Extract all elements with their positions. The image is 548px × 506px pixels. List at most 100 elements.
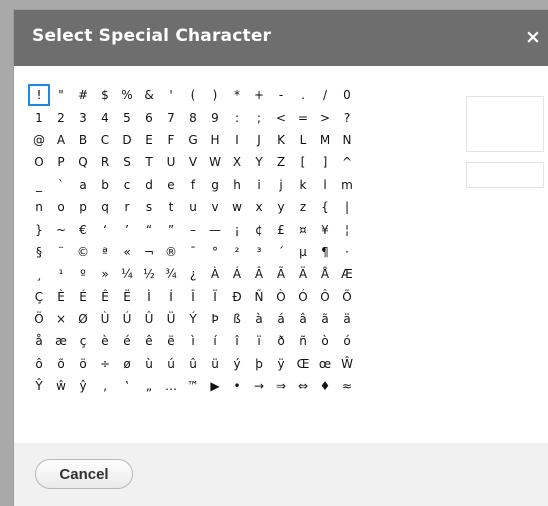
character-cell[interactable]: à — [248, 308, 270, 330]
character-cell[interactable]: õ — [50, 353, 72, 375]
character-cell[interactable]: d — [138, 174, 160, 196]
character-cell[interactable]: ß — [226, 308, 248, 330]
character-cell[interactable]: ¥ — [314, 218, 336, 240]
character-cell[interactable]: ‘ — [94, 218, 116, 240]
character-cell[interactable]: R — [94, 151, 116, 173]
character-cell[interactable]: o — [50, 196, 72, 218]
character-cell[interactable]: ŵ — [50, 375, 72, 397]
character-cell[interactable]: ŷ — [72, 375, 94, 397]
character-cell[interactable]: } — [28, 218, 50, 240]
character-cell[interactable]: ¼ — [116, 263, 138, 285]
character-cell[interactable]: c — [116, 174, 138, 196]
character-cell[interactable]: b — [94, 174, 116, 196]
character-cell[interactable]: Þ — [204, 308, 226, 330]
character-cell[interactable]: „ — [138, 375, 160, 397]
character-cell[interactable]: â — [292, 308, 314, 330]
character-cell[interactable]: Ë — [116, 286, 138, 308]
character-cell[interactable]: ’ — [116, 218, 138, 240]
character-cell[interactable]: z — [292, 196, 314, 218]
character-cell[interactable]: Û — [138, 308, 160, 330]
character-cell[interactable]: Ð — [226, 286, 248, 308]
character-cell[interactable]: “ — [138, 218, 160, 240]
character-cell[interactable]: ä — [336, 308, 358, 330]
character-cell[interactable]: P — [50, 151, 72, 173]
character-cell[interactable]: ⇒ — [270, 375, 292, 397]
character-cell[interactable]: ® — [160, 241, 182, 263]
character-cell[interactable]: ê — [138, 330, 160, 352]
character-cell[interactable]: ¦ — [336, 218, 358, 240]
character-cell[interactable]: g — [204, 174, 226, 196]
character-cell[interactable]: ⇔ — [292, 375, 314, 397]
character-cell[interactable]: + — [248, 84, 270, 106]
character-cell[interactable]: ] — [314, 151, 336, 173]
character-cell[interactable]: Ó — [292, 286, 314, 308]
character-cell[interactable]: ¯ — [182, 241, 204, 263]
character-cell[interactable]: æ — [50, 330, 72, 352]
character-cell[interactable]: i — [248, 174, 270, 196]
character-cell[interactable]: F — [160, 129, 182, 151]
character-cell[interactable]: @ — [28, 129, 50, 151]
character-cell[interactable]: : — [226, 106, 248, 128]
character-cell[interactable]: Ö — [28, 308, 50, 330]
character-cell[interactable]: Ú — [116, 308, 138, 330]
character-cell[interactable]: l — [314, 174, 336, 196]
character-cell[interactable]: w — [226, 196, 248, 218]
character-cell[interactable]: ‛ — [116, 375, 138, 397]
character-cell[interactable]: Ø — [72, 308, 94, 330]
character-cell[interactable]: Ê — [94, 286, 116, 308]
character-cell[interactable]: ¶ — [314, 241, 336, 263]
character-cell[interactable]: Ñ — [248, 286, 270, 308]
character-cell[interactable]: ¤ — [292, 218, 314, 240]
character-cell[interactable]: j — [270, 174, 292, 196]
character-cell[interactable]: ë — [160, 330, 182, 352]
character-cell[interactable]: ) — [204, 84, 226, 106]
character-cell[interactable]: D — [116, 129, 138, 151]
character-cell[interactable]: 8 — [182, 106, 204, 128]
character-cell[interactable]: Q — [72, 151, 94, 173]
character-cell[interactable]: Á — [226, 263, 248, 285]
character-cell[interactable]: f — [182, 174, 204, 196]
character-cell[interactable]: Œ — [292, 353, 314, 375]
character-cell[interactable]: = — [292, 106, 314, 128]
character-cell[interactable]: ð — [270, 330, 292, 352]
character-cell[interactable]: . — [292, 84, 314, 106]
character-cell[interactable]: " — [50, 84, 72, 106]
character-cell[interactable]: m — [336, 174, 358, 196]
character-cell[interactable]: » — [94, 263, 116, 285]
character-cell[interactable]: { — [314, 196, 336, 218]
character-cell[interactable]: ? — [336, 106, 358, 128]
character-cell[interactable]: ( — [182, 84, 204, 106]
character-cell[interactable]: [ — [292, 151, 314, 173]
character-cell[interactable]: > — [314, 106, 336, 128]
character-cell[interactable]: a — [72, 174, 94, 196]
character-cell[interactable]: À — [204, 263, 226, 285]
character-cell[interactable]: ý — [226, 353, 248, 375]
character-cell[interactable]: ^ — [336, 151, 358, 173]
character-cell[interactable]: Ã — [270, 263, 292, 285]
character-cell[interactable]: É — [72, 286, 94, 308]
character-cell[interactable]: V — [182, 151, 204, 173]
character-cell[interactable]: r — [116, 196, 138, 218]
character-cell[interactable]: e — [160, 174, 182, 196]
cancel-button[interactable]: Cancel — [35, 459, 133, 489]
character-cell[interactable]: Z — [270, 151, 292, 173]
character-cell[interactable]: 9 — [204, 106, 226, 128]
character-cell[interactable]: ø — [116, 353, 138, 375]
character-cell[interactable]: S — [116, 151, 138, 173]
character-cell[interactable]: - — [270, 84, 292, 106]
character-cell[interactable]: L — [292, 129, 314, 151]
character-cell[interactable]: ã — [314, 308, 336, 330]
character-cell[interactable]: A — [50, 129, 72, 151]
character-cell[interactable]: Î — [182, 286, 204, 308]
character-cell[interactable]: ò — [314, 330, 336, 352]
character-cell[interactable]: x — [248, 196, 270, 218]
character-cell[interactable]: < — [270, 106, 292, 128]
character-cell[interactable]: ó — [336, 330, 358, 352]
character-cell[interactable]: ¬ — [138, 241, 160, 263]
character-cell[interactable]: ÿ — [270, 353, 292, 375]
character-cell[interactable]: µ — [292, 241, 314, 263]
character-cell[interactable]: Ò — [270, 286, 292, 308]
character-cell[interactable]: k — [292, 174, 314, 196]
character-cell[interactable]: _ — [28, 174, 50, 196]
character-cell[interactable]: ñ — [292, 330, 314, 352]
